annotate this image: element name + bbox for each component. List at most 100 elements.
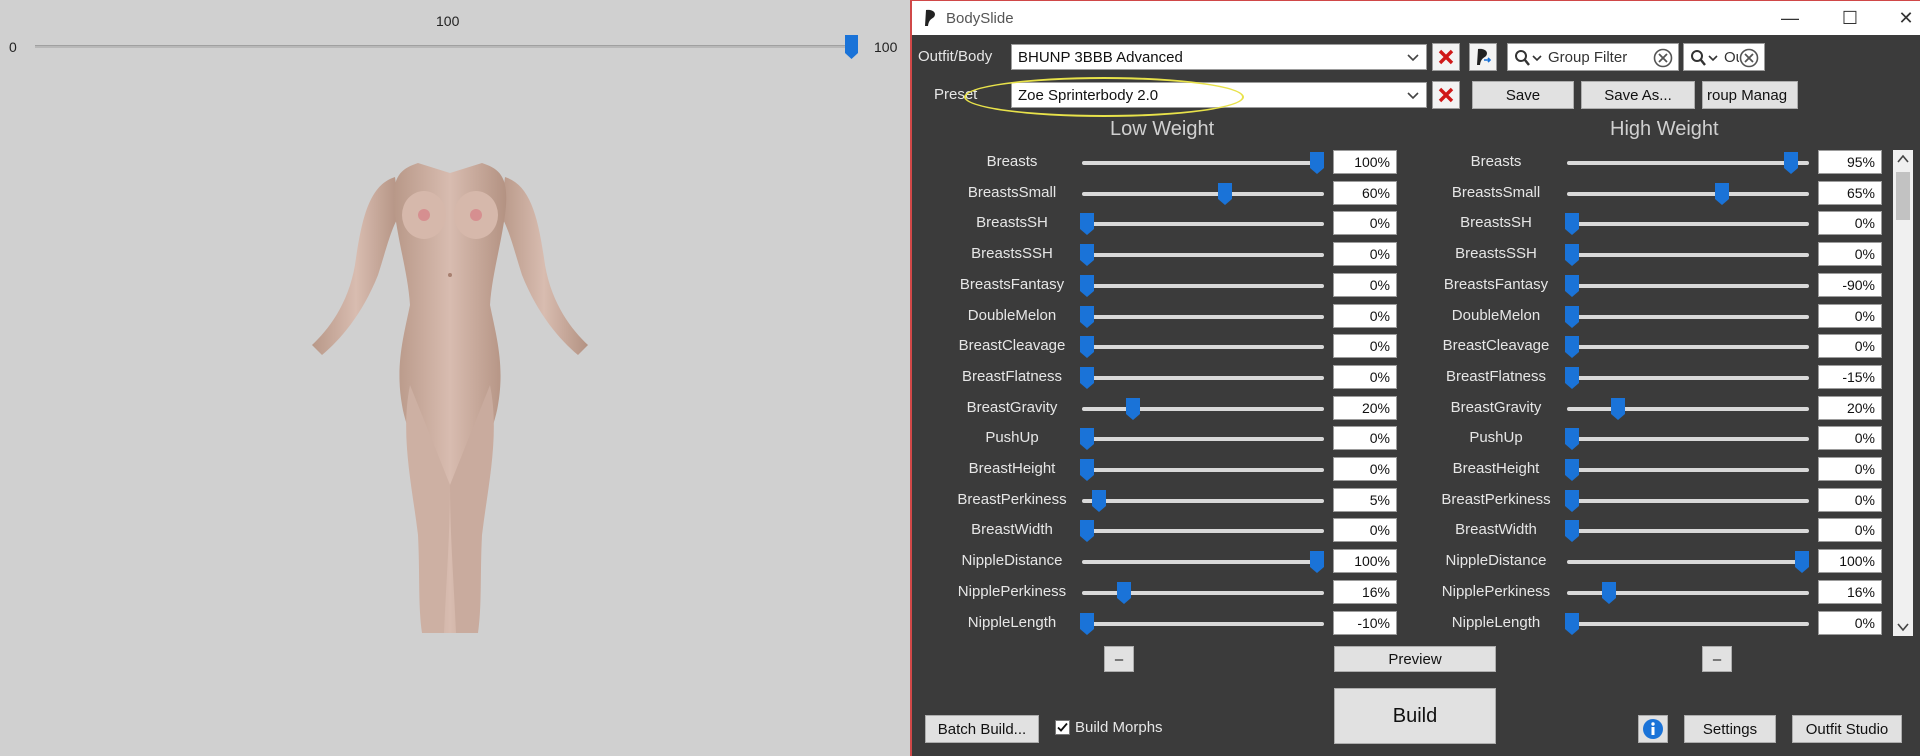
low-slider-thumb[interactable] xyxy=(1080,244,1094,267)
low-slider-track[interactable] xyxy=(1082,468,1324,472)
high-slider-thumb[interactable] xyxy=(1565,520,1579,543)
low-slider-track[interactable] xyxy=(1082,375,1324,380)
low-slider-value-input[interactable]: 16% xyxy=(1333,579,1397,604)
high-slider-track[interactable] xyxy=(1567,468,1809,472)
low-slider-value-input[interactable]: 5% xyxy=(1333,487,1397,512)
save-preset-as-button[interactable]: Save As... xyxy=(1581,81,1695,109)
build-morphs-checkbox[interactable] xyxy=(1055,720,1070,735)
low-slider-value-input[interactable]: 60% xyxy=(1333,180,1397,205)
low-slider-track[interactable] xyxy=(1082,437,1324,442)
high-slider-value-input[interactable]: -15% xyxy=(1818,364,1882,389)
low-slider-thumb[interactable] xyxy=(1080,213,1094,236)
low-slider-track[interactable] xyxy=(1082,314,1324,319)
high-slider-thumb[interactable] xyxy=(1601,581,1616,604)
low-slider-value-input[interactable]: -10% xyxy=(1333,610,1397,635)
clear-outfit-button[interactable] xyxy=(1432,43,1460,71)
high-slider-value-input[interactable]: 0% xyxy=(1818,518,1882,543)
low-slider-value-input[interactable]: 20% xyxy=(1333,395,1397,420)
outfit-studio-link-button[interactable] xyxy=(1469,43,1497,71)
high-slider-thumb[interactable] xyxy=(1565,274,1579,297)
low-slider-value-input[interactable]: 100% xyxy=(1333,549,1397,574)
low-slider-thumb[interactable] xyxy=(1310,551,1324,574)
low-slider-thumb[interactable] xyxy=(1091,489,1106,512)
high-slider-value-input[interactable]: 0% xyxy=(1818,610,1882,635)
high-slider-track[interactable] xyxy=(1567,437,1809,442)
low-slider-thumb[interactable] xyxy=(1080,520,1094,543)
low-slider-track[interactable] xyxy=(1082,253,1324,258)
high-slider-thumb[interactable] xyxy=(1565,336,1579,359)
preset-dropdown[interactable]: Zoe Sprinterbody 2.0 xyxy=(1011,82,1427,108)
high-slider-value-input[interactable]: 0% xyxy=(1818,487,1882,512)
high-slider-thumb[interactable] xyxy=(1565,213,1579,236)
low-slider-thumb[interactable] xyxy=(1126,397,1140,420)
high-slider-thumb[interactable] xyxy=(1714,182,1729,205)
high-slider-value-input[interactable]: 20% xyxy=(1818,395,1882,420)
close-button[interactable]: ✕ xyxy=(1878,1,1920,35)
high-slider-value-input[interactable]: 0% xyxy=(1818,211,1882,236)
high-slider-thumb[interactable] xyxy=(1565,489,1579,512)
collapse-high-button[interactable]: – xyxy=(1702,646,1732,672)
high-slider-thumb[interactable] xyxy=(1565,612,1579,635)
clear-search-icon[interactable] xyxy=(1739,48,1759,68)
high-slider-track[interactable] xyxy=(1567,191,1809,196)
weight-slider-thumb[interactable] xyxy=(845,35,858,59)
low-slider-value-input[interactable]: 0% xyxy=(1333,426,1397,451)
high-slider-track[interactable] xyxy=(1567,621,1809,626)
high-slider-track[interactable] xyxy=(1567,498,1809,503)
outfit-studio-button[interactable]: Outfit Studio xyxy=(1792,715,1902,743)
high-slider-track[interactable] xyxy=(1567,283,1809,288)
low-slider-thumb[interactable] xyxy=(1080,612,1094,635)
about-button[interactable] xyxy=(1638,715,1668,743)
settings-button[interactable]: Settings xyxy=(1684,715,1776,743)
group-manager-button[interactable]: roup Manag xyxy=(1702,81,1798,109)
outfit-filter-search[interactable]: Outf xyxy=(1683,43,1765,71)
high-slider-value-input[interactable]: 65% xyxy=(1818,180,1882,205)
low-slider-thumb[interactable] xyxy=(1080,428,1094,451)
high-slider-value-input[interactable]: 100% xyxy=(1818,549,1882,574)
weight-slider-track[interactable] xyxy=(35,45,857,48)
body-preview-model[interactable] xyxy=(300,155,600,645)
high-slider-thumb[interactable] xyxy=(1795,551,1809,574)
maximize-button[interactable]: ☐ xyxy=(1822,1,1878,35)
high-slider-track[interactable] xyxy=(1567,222,1809,227)
save-preset-button[interactable]: Save xyxy=(1472,81,1574,109)
low-slider-thumb[interactable] xyxy=(1080,366,1094,389)
low-slider-value-input[interactable]: 0% xyxy=(1333,457,1397,481)
low-slider-value-input[interactable]: 100% xyxy=(1333,150,1397,174)
low-slider-track[interactable] xyxy=(1082,529,1324,534)
high-slider-value-input[interactable]: 0% xyxy=(1818,242,1882,267)
high-slider-track[interactable] xyxy=(1567,345,1809,350)
high-slider-value-input[interactable]: 16% xyxy=(1818,579,1882,604)
low-slider-thumb[interactable] xyxy=(1080,459,1094,481)
low-slider-track[interactable] xyxy=(1082,560,1324,565)
low-slider-track[interactable] xyxy=(1082,283,1324,288)
low-slider-thumb[interactable] xyxy=(1080,305,1094,328)
build-button[interactable]: Build xyxy=(1334,688,1496,744)
high-slider-value-input[interactable]: 0% xyxy=(1818,457,1882,481)
low-slider-value-input[interactable]: 0% xyxy=(1333,364,1397,389)
group-filter-input[interactable]: Group Filter xyxy=(1548,49,1627,66)
high-slider-thumb[interactable] xyxy=(1565,244,1579,267)
high-slider-track[interactable] xyxy=(1567,560,1809,565)
low-slider-track[interactable] xyxy=(1082,621,1324,626)
low-slider-thumb[interactable] xyxy=(1080,274,1094,297)
high-slider-thumb[interactable] xyxy=(1565,459,1579,481)
slider-list-scrollbar[interactable] xyxy=(1893,150,1913,636)
low-slider-value-input[interactable]: 0% xyxy=(1333,518,1397,543)
high-slider-thumb[interactable] xyxy=(1565,305,1579,328)
preview-pane[interactable]: 100 0 100 xyxy=(0,0,910,756)
low-slider-thumb[interactable] xyxy=(1218,182,1232,205)
batch-build-button[interactable]: Batch Build... xyxy=(925,715,1039,743)
clear-search-icon[interactable] xyxy=(1653,48,1673,68)
high-slider-track[interactable] xyxy=(1567,529,1809,534)
collapse-low-button[interactable]: – xyxy=(1104,646,1134,672)
low-slider-value-input[interactable]: 0% xyxy=(1333,242,1397,267)
low-slider-value-input[interactable]: 0% xyxy=(1333,272,1397,297)
minimize-button[interactable]: — xyxy=(1762,1,1818,35)
title-bar[interactable]: BodySlide — ☐ ✕ xyxy=(912,0,1920,35)
high-slider-value-input[interactable]: 0% xyxy=(1818,426,1882,451)
low-slider-value-input[interactable]: 0% xyxy=(1333,211,1397,236)
scroll-down-icon[interactable] xyxy=(1893,618,1913,636)
clear-preset-button[interactable] xyxy=(1432,81,1460,109)
scroll-up-icon[interactable] xyxy=(1893,150,1913,168)
